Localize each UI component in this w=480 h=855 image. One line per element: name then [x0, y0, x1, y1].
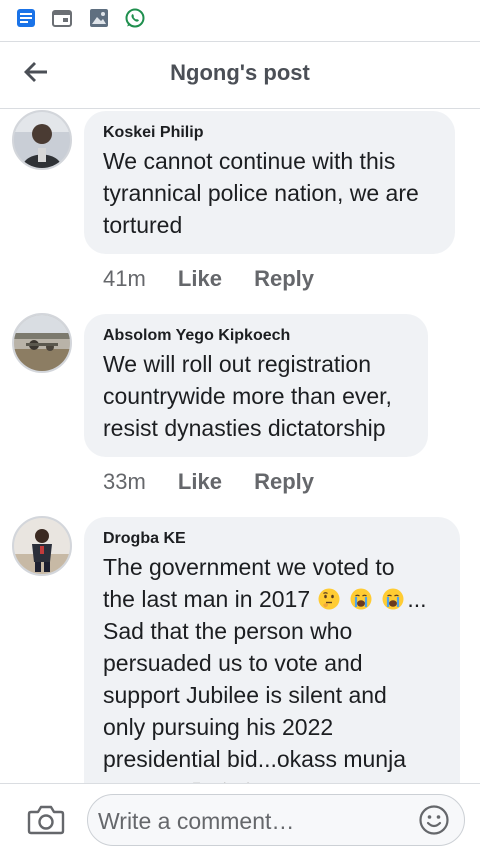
comment-bubble: Drogba KE The government we voted to the…	[84, 517, 460, 783]
crying-face-emoji	[350, 588, 372, 610]
like-button[interactable]: Like	[178, 266, 222, 291]
comment-composer: Write a comment…	[0, 783, 480, 855]
avatar-koskei-philip[interactable]	[12, 110, 72, 170]
comment-time: 33m	[103, 469, 146, 494]
like-button[interactable]: Like	[178, 469, 222, 494]
camera-icon[interactable]	[27, 804, 65, 836]
avatar-absolom-yego-kipkoech[interactable]	[12, 313, 72, 373]
comment-bubble: Absolom Yego Kipkoech We will roll out r…	[84, 314, 428, 457]
crying-face-emoji	[382, 588, 404, 610]
whatsapp-icon	[125, 8, 145, 28]
comment-time: 41m	[103, 266, 146, 291]
comment-meta: 41m Like Reply	[103, 266, 340, 292]
app-bar: Ngong's post	[0, 41, 480, 109]
reply-button[interactable]: Reply	[254, 266, 314, 291]
comment-author[interactable]: Koskei Philip	[103, 123, 437, 143]
comment-text: We cannot continue with this tyrannical …	[103, 148, 419, 238]
comment-input[interactable]: Write a comment…	[87, 794, 465, 846]
thinking-face-emoji	[318, 588, 340, 610]
avatar-drogba-ke[interactable]	[12, 516, 72, 576]
page-title: Ngong's post	[170, 60, 310, 85]
reply-button[interactable]: Reply	[254, 469, 314, 494]
messages-icon	[17, 9, 35, 27]
smiley-icon[interactable]	[418, 804, 450, 836]
comment-author[interactable]: Absolom Yego Kipkoech	[103, 326, 410, 346]
comment-author[interactable]: Drogba KE	[103, 529, 442, 549]
comment-text: The government we voted to the last man …	[103, 554, 427, 772]
comment-meta: 33m Like Reply	[103, 469, 340, 495]
comment-input-placeholder: Write a comment…	[98, 808, 295, 834]
calendar-icon	[52, 10, 72, 27]
gallery-icon	[90, 9, 108, 27]
status-bar	[0, 0, 480, 40]
comment-text: We will roll out registration countrywid…	[103, 351, 392, 441]
comment-bubble: Koskei Philip We cannot continue with th…	[84, 111, 455, 254]
